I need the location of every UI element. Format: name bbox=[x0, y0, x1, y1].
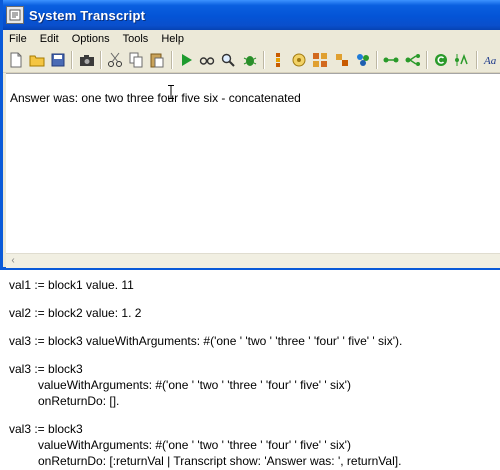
menu-help[interactable]: Help bbox=[155, 33, 191, 45]
code-line: valueWithArguments: #('one ' 'two ' 'thr… bbox=[38, 438, 351, 452]
app-icon bbox=[6, 6, 24, 24]
open-folder-icon[interactable] bbox=[28, 51, 45, 69]
new-doc-icon[interactable] bbox=[7, 51, 24, 69]
font-icon[interactable]: Aa bbox=[483, 51, 500, 69]
menu-options[interactable]: Options bbox=[66, 33, 117, 45]
menu-file[interactable]: File bbox=[3, 33, 34, 45]
inspect-glasses-icon[interactable] bbox=[199, 51, 216, 69]
camera-icon[interactable] bbox=[78, 51, 95, 69]
code-line: valueWithArguments: #('one ' 'two ' 'thr… bbox=[38, 378, 351, 392]
title-bar[interactable]: System Transcript bbox=[3, 0, 500, 30]
toolbar-separator bbox=[263, 51, 265, 69]
code-line: val1 := block1 value. 11 bbox=[9, 278, 134, 292]
toolbar-separator bbox=[100, 51, 102, 69]
code-workspace[interactable]: val1 := block1 value. 11 val2 := block2 … bbox=[9, 277, 497, 469]
browser-icon[interactable] bbox=[291, 51, 308, 69]
senders-icon[interactable] bbox=[383, 51, 400, 69]
run-icon[interactable] bbox=[178, 51, 195, 69]
debug-bug-icon[interactable] bbox=[241, 51, 258, 69]
implementors-icon[interactable] bbox=[404, 51, 421, 69]
code-line: onReturnDo: []. bbox=[38, 394, 120, 408]
toolbar-separator bbox=[426, 51, 428, 69]
transcript-window: System Transcript File Edit Options Tool… bbox=[0, 0, 500, 270]
toolbar-separator bbox=[71, 51, 73, 69]
refresh-icon[interactable] bbox=[354, 51, 371, 69]
save-icon[interactable] bbox=[49, 51, 66, 69]
code-line: val3 := block3 bbox=[9, 422, 83, 436]
recompile-icon[interactable] bbox=[433, 51, 450, 69]
transcript-output-line: Answer was: one two three four five six … bbox=[10, 91, 301, 105]
toolbar-separator bbox=[475, 51, 478, 69]
toolbar-separator bbox=[171, 51, 173, 69]
format-icon[interactable] bbox=[454, 51, 471, 69]
toolbar-separator bbox=[376, 51, 378, 69]
menu-bar: File Edit Options Tools Help bbox=[3, 30, 500, 48]
code-line: val3 := block3 bbox=[9, 362, 83, 376]
code-line: onReturnDo: [:returnVal | Transcript sho… bbox=[38, 454, 402, 468]
svg-text:Aa: Aa bbox=[483, 55, 497, 67]
copy-icon[interactable] bbox=[128, 51, 145, 69]
toolbar: Aa bbox=[3, 48, 500, 73]
horizontal-scrollbar[interactable]: ‹ bbox=[6, 253, 500, 268]
transcript-output-area[interactable]: Answer was: one two three four five six … bbox=[6, 73, 500, 254]
instances-icon[interactable] bbox=[333, 51, 350, 69]
scroll-left-arrow-icon[interactable]: ‹ bbox=[7, 255, 19, 267]
code-line: val2 := block2 value: 1. 2 bbox=[9, 306, 142, 320]
cut-icon[interactable] bbox=[107, 51, 124, 69]
hierarchy-icon[interactable] bbox=[270, 51, 287, 69]
menu-tools[interactable]: Tools bbox=[117, 33, 156, 45]
window-title: System Transcript bbox=[29, 7, 146, 23]
class-icon[interactable] bbox=[312, 51, 329, 69]
code-line: val3 := block3 valueWithArguments: #('on… bbox=[9, 334, 403, 348]
find-icon[interactable] bbox=[220, 51, 237, 69]
paste-icon[interactable] bbox=[149, 51, 166, 69]
menu-edit[interactable]: Edit bbox=[34, 33, 66, 45]
